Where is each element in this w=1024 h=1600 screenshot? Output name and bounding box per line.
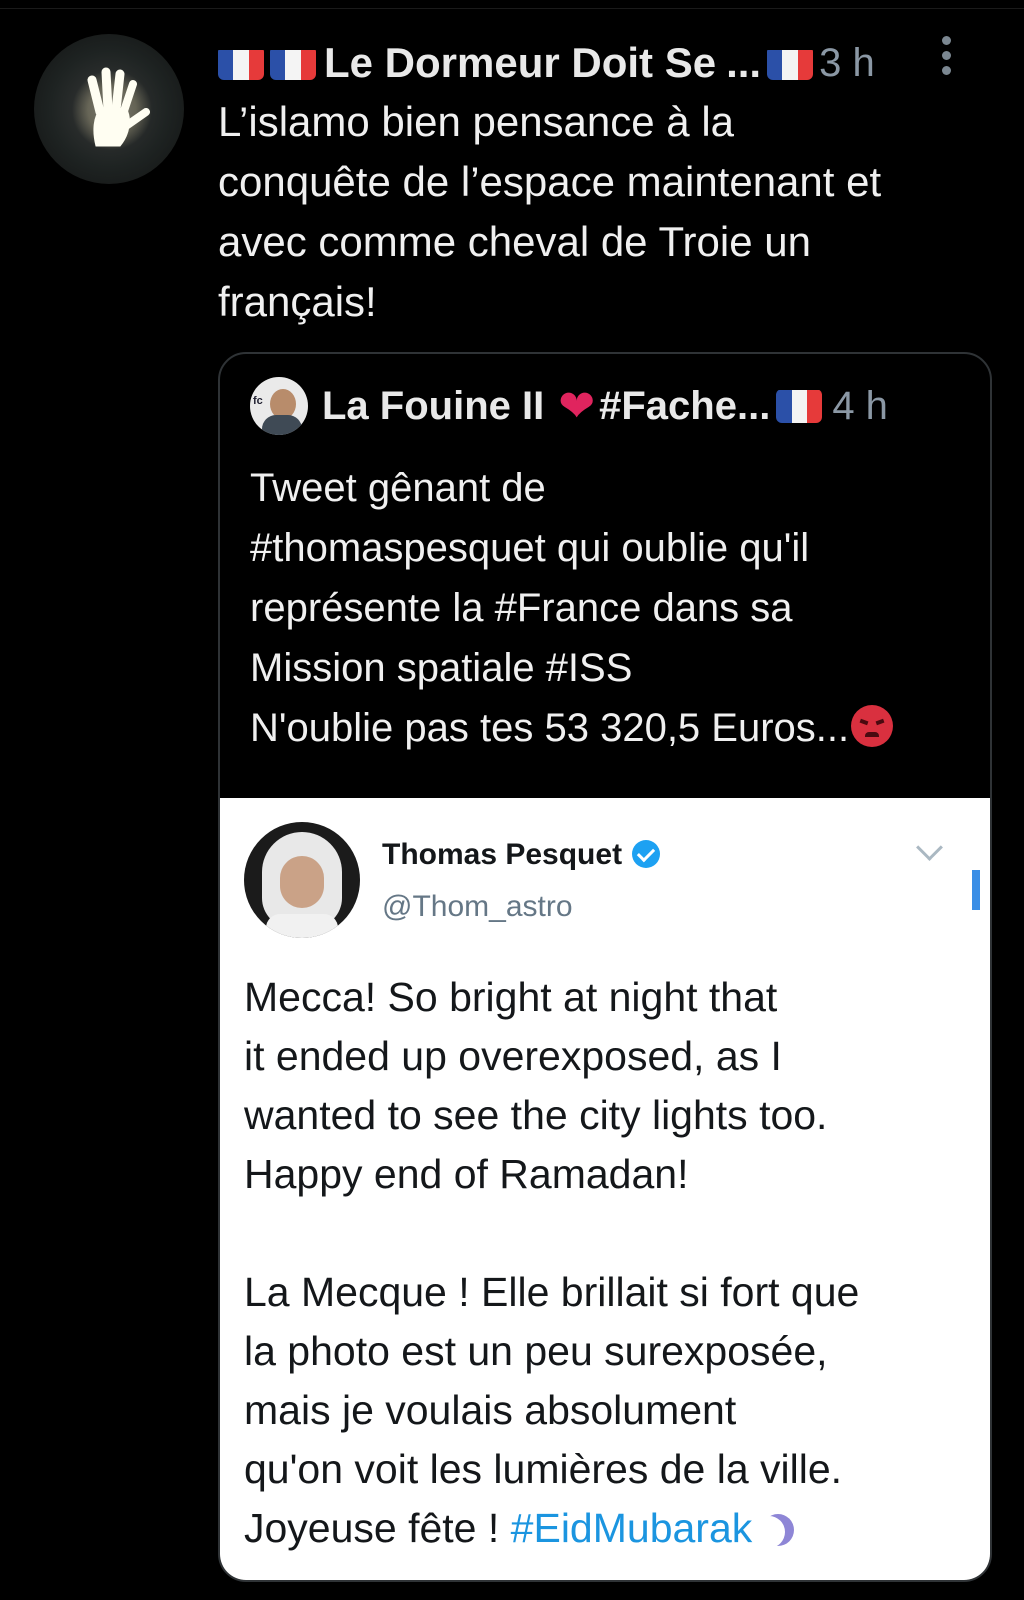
quoted-name-hashtag: #Fache... bbox=[599, 383, 771, 428]
hashtag-link: #EidMubarak bbox=[510, 1505, 753, 1551]
display-name[interactable]: Le Dormeur Doit Se bbox=[324, 39, 716, 87]
quoted-tweet-text: Tweet gênant de #thomaspesquet qui oubli… bbox=[250, 466, 850, 750]
avatar[interactable] bbox=[34, 34, 184, 184]
french-flag-icon bbox=[270, 46, 316, 80]
verified-badge-icon bbox=[632, 840, 660, 868]
avatar[interactable]: fc bbox=[250, 377, 308, 435]
waving-hand-icon bbox=[72, 67, 152, 150]
quoted-tweet-header: fc La Fouine II ❤ #Fache... 4 h bbox=[250, 376, 980, 436]
embedded-tweet-text: Mecca! So bright at night that it ended … bbox=[244, 974, 860, 1551]
avatar-badge: fc bbox=[253, 395, 263, 407]
divider bbox=[0, 8, 1024, 9]
avatar bbox=[244, 822, 360, 938]
embedded-tweet-text-wrap: Mecca! So bright at night that it ended … bbox=[244, 968, 964, 1558]
quoted-display-name[interactable]: La Fouine II bbox=[322, 384, 544, 429]
red-heart-icon: ❤ bbox=[558, 381, 596, 431]
chevron-down-icon bbox=[916, 834, 943, 861]
french-flag-icon bbox=[767, 46, 814, 80]
quoted-tweet[interactable]: fc La Fouine II ❤ #Fache... 4 h Tweet gê… bbox=[218, 352, 992, 1582]
name-truncation: ... bbox=[726, 39, 762, 86]
crescent-moon-icon bbox=[762, 1514, 794, 1546]
embedded-tweet-image[interactable]: Thomas Pesquet @Thom_astro Mecca! So bri… bbox=[220, 798, 990, 1580]
quoted-timestamp[interactable]: 4 h bbox=[832, 384, 888, 429]
french-flag-icon bbox=[776, 389, 823, 423]
embedded-display-name: Thomas Pesquet bbox=[382, 838, 623, 871]
tweet-text: L’islamo bien pensance à la conquête de … bbox=[218, 98, 882, 325]
tweet-header: Le Dormeur Doit Se ... 3 h bbox=[218, 38, 978, 88]
timestamp[interactable]: 3 h bbox=[819, 41, 875, 86]
embedded-handle: @Thom_astro bbox=[382, 890, 573, 923]
more-options-icon[interactable] bbox=[940, 36, 956, 81]
scrollbar bbox=[972, 870, 980, 910]
quoted-tweet-text-wrap: Tweet gênant de #thomaspesquet qui oubli… bbox=[250, 458, 970, 758]
angry-face-icon bbox=[851, 705, 894, 747]
french-flag-icon bbox=[218, 46, 264, 80]
